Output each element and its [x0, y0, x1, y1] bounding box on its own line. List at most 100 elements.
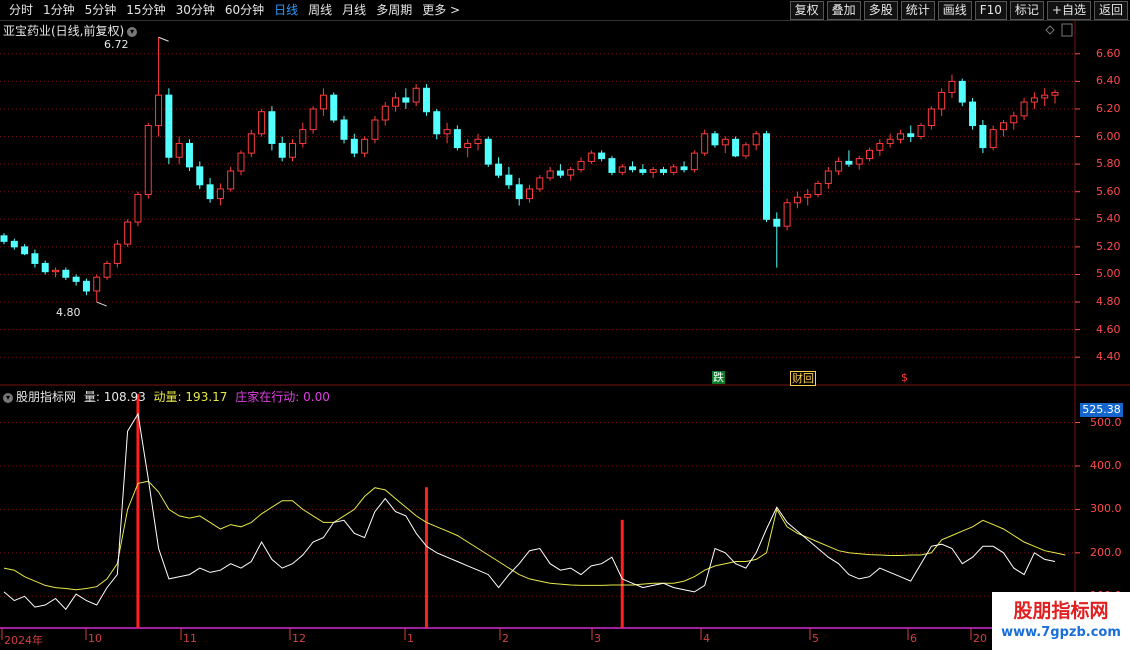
price-tick-label: 5.00	[1096, 267, 1121, 281]
price-tick-label: 4.40	[1096, 350, 1121, 364]
candle-body	[907, 133, 915, 138]
candle-body	[402, 97, 410, 103]
candle-body	[938, 91, 946, 110]
watermark-url: www.7gpzb.com	[1001, 625, 1121, 640]
x-tick-label: 6	[910, 632, 917, 645]
candle-body	[587, 152, 595, 162]
candle-body	[526, 188, 533, 200]
candle-body	[536, 177, 544, 190]
candle-body	[175, 142, 183, 158]
x-tick-label: 3	[594, 632, 601, 645]
ind-tick-label: 400.0	[1090, 458, 1122, 472]
price-tick-label: 4.60	[1096, 322, 1121, 336]
candle-body	[443, 129, 451, 135]
vol-value: 108.93	[103, 390, 146, 404]
candle-body	[505, 174, 513, 186]
die-marker[interactable]: 跌	[712, 371, 725, 384]
candle-body	[299, 129, 307, 144]
candle-body	[103, 262, 111, 278]
candle-body	[567, 169, 575, 176]
candle-body	[629, 166, 637, 171]
candle-body	[392, 97, 400, 107]
watermark-title: 股朋指标网	[1013, 600, 1109, 622]
price-tick-label: 6.60	[1096, 46, 1121, 60]
price-tick-label: 6.40	[1096, 74, 1121, 88]
candle-body	[206, 184, 214, 200]
low-price-label: 4.80	[56, 306, 81, 319]
candle-body	[804, 193, 812, 198]
candle-body	[484, 138, 492, 165]
candle-body	[361, 138, 369, 154]
candle-body	[670, 166, 678, 173]
mom-value: 193.17	[185, 390, 228, 404]
indicator-name: 股朋指标网	[16, 390, 77, 404]
candle-body	[330, 94, 338, 121]
x-tick-label: 20	[973, 632, 987, 645]
price-tick-label: 5.60	[1096, 184, 1121, 198]
x-tick-label: 10	[88, 632, 102, 645]
candle-body	[742, 144, 750, 157]
candle-body	[793, 196, 801, 204]
ind-tick-label: 300.0	[1090, 502, 1122, 516]
price-tick-label: 6.20	[1096, 101, 1121, 115]
candle-body	[412, 87, 420, 103]
candle-body	[958, 80, 966, 103]
candle-body	[155, 94, 163, 127]
candle-body	[701, 133, 709, 154]
candle-body	[422, 87, 430, 113]
candle-body	[0, 235, 8, 242]
candle-body	[814, 182, 822, 195]
high-price-label: 6.72	[104, 38, 129, 51]
candle-body	[999, 122, 1007, 131]
candle-body	[1020, 101, 1028, 117]
price-tick-label: 6.00	[1096, 129, 1121, 143]
price-tick-label: 5.20	[1096, 239, 1121, 253]
candle-body	[93, 276, 101, 292]
signal-bar	[620, 519, 624, 628]
candle-body	[917, 125, 925, 138]
candle-body	[52, 269, 60, 273]
candle-body	[618, 166, 626, 173]
candle-body	[41, 262, 49, 273]
candle-body	[62, 269, 70, 278]
candle-body	[639, 169, 647, 173]
candle-body	[762, 133, 770, 220]
x-tick-label: 11	[183, 632, 197, 645]
candle-body	[608, 158, 616, 173]
candle-body	[577, 160, 585, 171]
x-tick-label: 5	[812, 632, 819, 645]
stock-chart[interactable]	[0, 0, 1130, 650]
candle-body	[556, 170, 564, 176]
candle-body	[773, 218, 781, 227]
price-tick-label: 5.40	[1096, 212, 1121, 226]
candle-body	[309, 108, 317, 131]
candle-body	[453, 129, 461, 149]
candle-body	[433, 111, 441, 135]
candle-body	[21, 246, 29, 255]
candle-body	[350, 138, 358, 154]
mom-label: 动量:	[153, 390, 182, 404]
candle-body	[979, 125, 987, 149]
zj-value: 0.00	[303, 390, 330, 404]
candle-body	[659, 169, 667, 173]
low-pointer	[96, 301, 107, 307]
candle-body	[948, 80, 956, 93]
caihui-marker[interactable]: 财回	[790, 371, 816, 386]
candle-body	[31, 253, 39, 264]
candle-body	[1030, 97, 1038, 103]
high-pointer	[158, 36, 169, 42]
candle-body	[464, 142, 472, 149]
indicator-title: ▾ 股朋指标网 量: 108.93 动量: 193.17 庄家在行动: 0.00	[3, 388, 330, 405]
candle-body	[824, 170, 832, 184]
candle-body	[134, 193, 142, 223]
candle-body	[144, 125, 152, 195]
candle-body	[845, 160, 853, 165]
scroll-handle	[1061, 23, 1073, 37]
candle-body	[247, 133, 255, 154]
candle-body	[82, 280, 90, 292]
volume-line	[3, 412, 1056, 611]
candle-body	[732, 138, 740, 157]
s-marker[interactable]: $	[900, 371, 909, 384]
candle-body	[1041, 94, 1049, 99]
chevron-down-icon[interactable]: ▾	[3, 392, 13, 403]
